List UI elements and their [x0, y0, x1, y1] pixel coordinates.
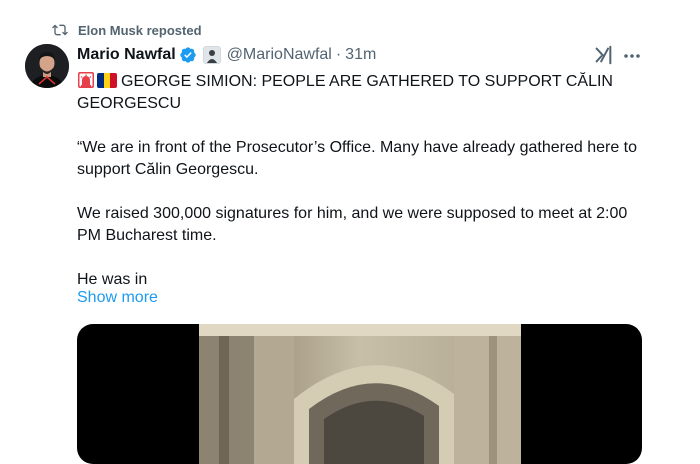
grok-icon[interactable] [592, 44, 614, 66]
repost-indicator[interactable]: Elon Musk reposted [52, 22, 202, 38]
author-handle[interactable]: @MarioNawfal [227, 46, 332, 64]
tweet-paragraph-1: “We are in front of the Prosecutor’s Off… [77, 139, 638, 178]
tweet-headline: GEORGE SIMION: PEOPLE ARE GATHERED TO SU… [77, 73, 613, 112]
tweet-headline-line: GEORGE SIMION: PEOPLE ARE GATHERED TO SU… [77, 71, 642, 115]
siren-icon [78, 72, 94, 88]
show-more-link[interactable]: Show more [77, 289, 158, 307]
video-thumbnail [199, 324, 521, 464]
author-name[interactable]: Mario Nawfal [77, 46, 176, 64]
repost-icon [52, 24, 68, 36]
verified-badge-icon[interactable] [179, 46, 197, 64]
avatar[interactable] [25, 44, 69, 88]
tweet-paragraph-2: We raised 300,000 signatures for him, an… [77, 205, 628, 244]
more-options-icon[interactable] [622, 47, 642, 65]
timestamp[interactable]: 31m [345, 46, 376, 64]
repost-label: Elon Musk reposted [78, 22, 202, 38]
emoji-group [77, 71, 117, 89]
tweet-paragraph-3: He was in [77, 271, 148, 288]
affiliate-badge-icon[interactable] [202, 46, 221, 64]
tweet-body: GEORGE SIMION: PEOPLE ARE GATHERED TO SU… [77, 71, 642, 291]
romania-flag-icon [97, 73, 117, 88]
video-player[interactable] [77, 324, 642, 464]
avatar-image [25, 44, 69, 88]
separator-dot: · [335, 46, 342, 63]
tweet-header: Mario Nawfal @MarioNawfal · 31m [77, 44, 376, 66]
